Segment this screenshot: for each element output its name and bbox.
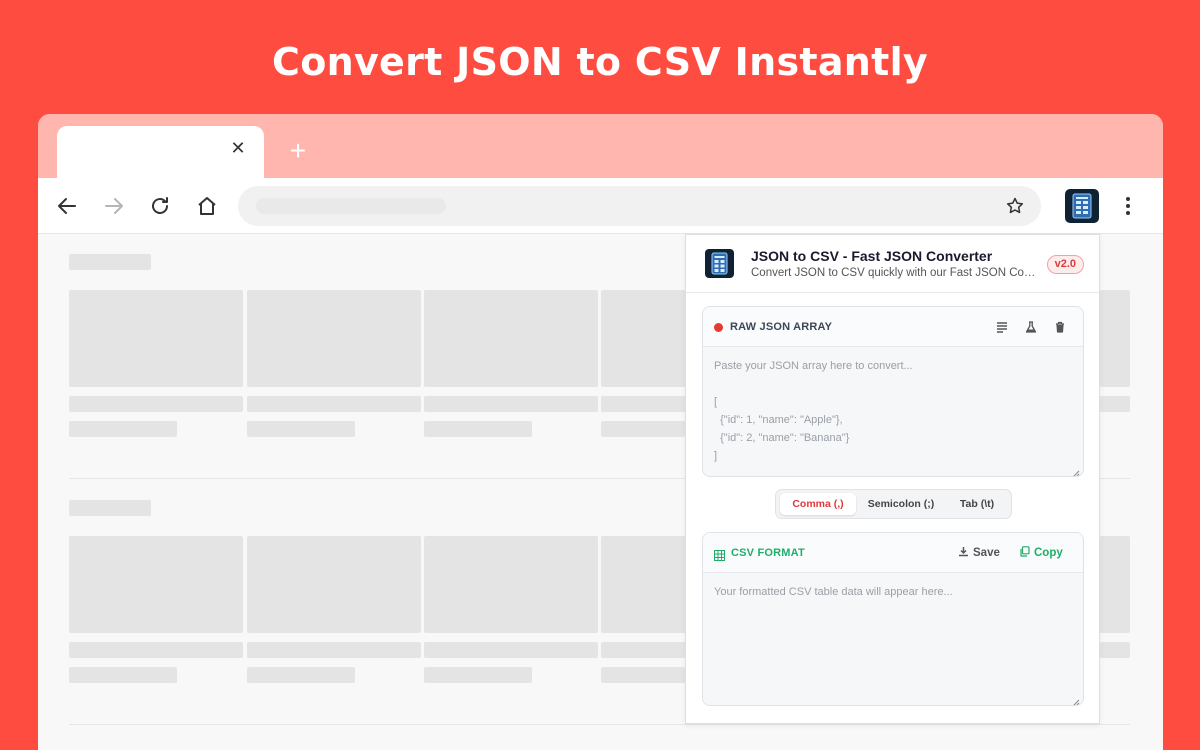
skeleton-text [69,421,177,437]
home-icon[interactable] [195,194,219,218]
skeleton-card-image [69,290,243,387]
app-subtitle: Convert JSON to CSV quickly with our Fas… [751,267,1036,279]
delimiter-semicolon-button[interactable]: Semicolon (;) [858,493,944,515]
resize-handle-icon[interactable] [1072,694,1080,705]
popup-header: JSON to CSV - Fast JSON Converter Conver… [686,235,1099,293]
sample-flask-icon[interactable] [1024,320,1038,334]
skeleton-heading [69,254,151,270]
csv-panel-label: CSV FORMAT [731,547,805,559]
csv-output-panel: CSV FORMAT Save Copy Your formatted CSV … [702,532,1084,706]
version-badge: v2.0 [1046,255,1084,274]
skeleton-text [424,421,532,437]
skeleton-text [69,667,177,683]
skeleton-text [69,396,243,412]
delimiter-tab-button[interactable]: Tab (\t) [946,493,1008,515]
skeleton-text [1100,396,1130,412]
star-icon[interactable] [1005,196,1025,216]
menu-icon[interactable] [1124,195,1132,217]
save-button[interactable]: Save [958,546,1000,559]
skeleton-card-image [247,536,421,633]
skeleton-card-image [424,290,598,387]
skeleton-card-image [601,290,691,387]
skeleton-card-image [424,536,598,633]
trash-icon[interactable] [1053,320,1067,334]
skeleton-text [247,667,355,683]
app-title: JSON to CSV - Fast JSON Converter [751,248,993,264]
csv-output-textarea[interactable]: Your formatted CSV table data will appea… [703,573,1083,611]
skeleton-text [601,421,685,437]
json-input-textarea[interactable]: Paste your JSON array here to convert...… [703,347,1083,475]
table-icon [714,548,725,561]
format-icon[interactable] [995,320,1009,334]
skeleton-card-image [601,536,691,633]
headline: Convert JSON to CSV Instantly [272,40,928,84]
reload-icon[interactable] [148,194,172,218]
url-placeholder [256,198,446,214]
save-button-label: Save [973,547,1000,559]
json-input-panel: RAW JSON ARRAY Paste your JSON array her… [702,306,1084,477]
divider [69,724,1130,725]
json-panel-label: RAW JSON ARRAY [730,321,833,333]
json-panel-header: RAW JSON ARRAY [703,307,1083,347]
status-dot-icon [714,323,723,332]
resize-handle-icon[interactable] [1072,465,1080,476]
close-icon[interactable]: ✕ [228,138,248,158]
skeleton-text [247,421,355,437]
app-logo-icon [705,249,734,278]
skeleton-text [69,642,243,658]
delimiter-selector: Comma (,) Semicolon (;) Tab (\t) [775,489,1012,519]
skeleton-heading [69,500,151,516]
browser-toolbar [38,178,1163,234]
forward-icon[interactable] [102,194,126,218]
csv-panel-header: CSV FORMAT Save Copy [703,533,1083,573]
extension-popup: JSON to CSV - Fast JSON Converter Conver… [685,234,1100,724]
browser-tab[interactable]: ✕ [57,126,264,178]
skeleton-text [424,667,532,683]
address-bar[interactable] [238,186,1041,226]
copy-button[interactable]: Copy [1019,546,1063,559]
extension-icon[interactable] [1065,189,1099,223]
skeleton-text [601,396,691,412]
skeleton-card-image [1100,536,1130,633]
skeleton-text [247,396,421,412]
skeleton-text [601,642,691,658]
skeleton-text [424,396,598,412]
back-icon[interactable] [55,194,79,218]
copy-button-label: Copy [1034,547,1063,559]
skeleton-card-image [1100,290,1130,387]
delimiter-comma-button[interactable]: Comma (,) [780,493,856,515]
skeleton-text [601,667,685,683]
skeleton-card-image [247,290,421,387]
skeleton-card-image [69,536,243,633]
new-tab-icon[interactable]: + [286,137,310,165]
skeleton-text [247,642,421,658]
tab-bar: ✕ + [38,114,1163,178]
skeleton-text [424,642,598,658]
browser-window: ✕ + JSON to CSV - Fast JSON Converter Co… [38,114,1163,750]
skeleton-text [1100,642,1130,658]
